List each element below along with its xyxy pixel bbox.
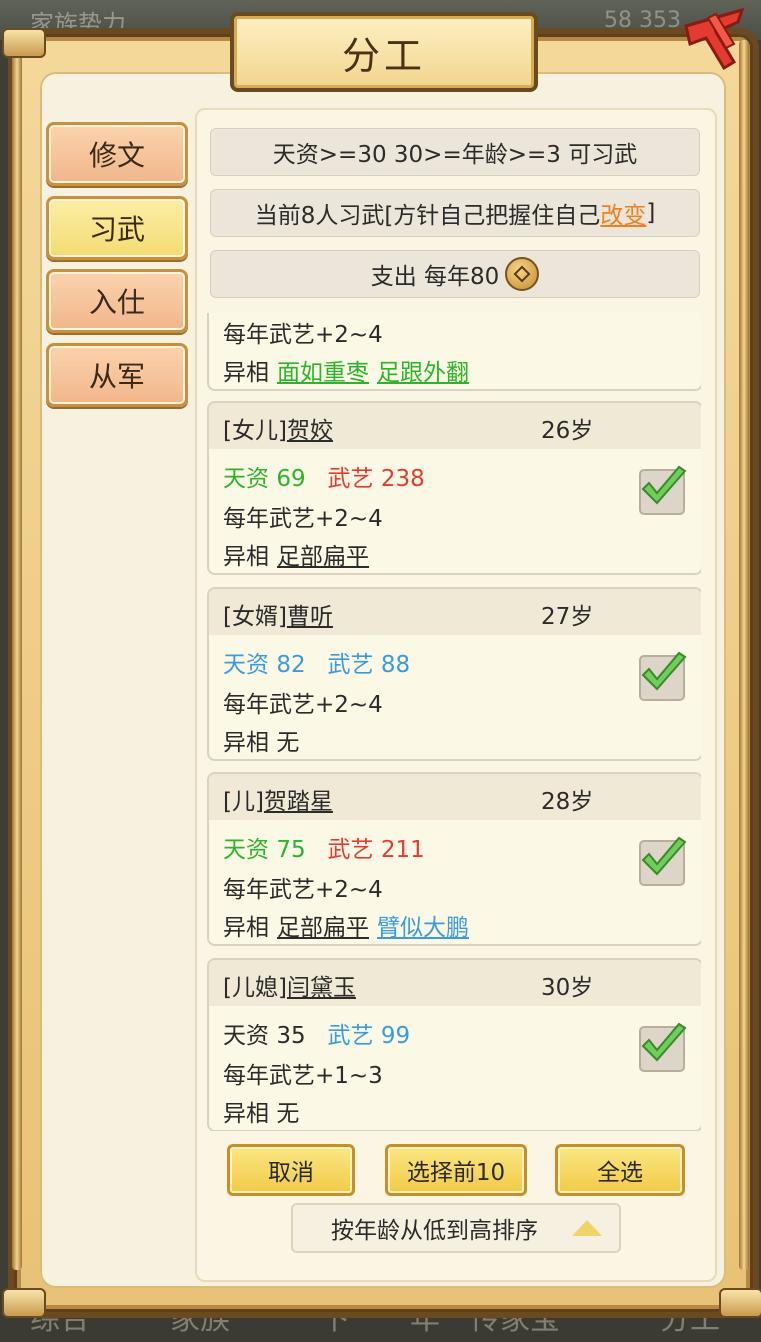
coin-icon (505, 257, 540, 291)
member-traits: 异相 足部扁平 (223, 544, 369, 570)
background-resources: 58 353 (604, 8, 681, 33)
member-list[interactable]: 每年武艺+2~4 异相 面如重枣 足跟外翻 [女儿]贺姣 26岁 天资 69 武艺 … (207, 313, 701, 1131)
checkmark-icon (641, 651, 687, 691)
frame-cap (2, 28, 46, 58)
trait-tag[interactable]: 面如重枣 (277, 360, 369, 386)
checkmark-icon (641, 1022, 687, 1062)
trait-tag[interactable]: 足跟外翻 (377, 360, 469, 386)
requirement-info: 天资>=30 30>=年龄>=3 可习武 (210, 128, 700, 176)
member-name: [儿]贺踏星 (223, 789, 333, 815)
member-age: 27岁 (541, 604, 594, 630)
member-name-link[interactable]: 贺踏星 (264, 789, 333, 815)
trait-tag[interactable]: 足部扁平 (277, 915, 369, 941)
member-name: [儿媳]闫黛玉 (223, 975, 356, 1001)
member-name-link[interactable]: 闫黛玉 (287, 975, 356, 1001)
member-name: [女儿]贺姣 (223, 418, 333, 444)
current-status-info: 当前8人习武[方针自己把握住自己 改变] (210, 189, 700, 237)
frame-cap (719, 1288, 761, 1318)
frame-cap (2, 1288, 46, 1318)
member-traits: 异相 足部扁平 臂似大鹏 (223, 915, 469, 941)
member-name-link[interactable]: 贺姣 (287, 418, 333, 444)
select-top10-button[interactable]: 选择前10 (385, 1144, 527, 1196)
list-item: 每年武艺+2~4 异相 面如重枣 足跟外翻 (207, 313, 701, 391)
expense-text: 支出 每年80 (370, 264, 500, 290)
current-status-text: 当前8人习武[方针自己把握住自己 (254, 203, 601, 229)
change-policy-link[interactable]: 改变 (600, 196, 646, 230)
title-plaque: 分工 (230, 12, 538, 92)
member-growth: 每年武艺+2~4 (223, 692, 383, 718)
member-checkbox[interactable] (639, 1022, 687, 1072)
select-all-button[interactable]: 全选 (555, 1144, 685, 1196)
list-item: [女儿]贺姣 26岁 天资 69 武艺 238 每年武艺+2~4 异相 足部扁平 (207, 401, 701, 575)
close-icon (684, 7, 745, 71)
expense-info: 支出 每年80 (210, 250, 700, 298)
member-growth: 每年武艺+1~3 (223, 1063, 383, 1089)
member-traits: 异相 面如重枣 足跟外翻 (223, 353, 469, 387)
sort-button[interactable]: 按年龄从低到高排序 (291, 1203, 621, 1253)
member-growth: 每年武艺+2~4 (223, 322, 383, 348)
sort-arrow-icon (572, 1220, 602, 1236)
member-stats: 天资 69 武艺 238 (223, 466, 425, 492)
tab-xiwu[interactable]: 习武 (46, 196, 188, 260)
trait-label: 异相 (223, 360, 269, 386)
member-traits: 异相 无 (223, 1101, 300, 1127)
close-button[interactable] (676, 4, 752, 76)
member-name: [女婿]曹听 (223, 604, 333, 630)
member-checkbox[interactable] (639, 465, 687, 515)
list-item: [女婿]曹听 27岁 天资 82 武艺 88 每年武艺+2~4 异相 无 (207, 587, 701, 761)
member-age: 30岁 (541, 975, 594, 1001)
tab-rushi[interactable]: 入仕 (46, 269, 188, 333)
tab-xiuwen[interactable]: 修文 (46, 122, 188, 186)
member-stats: 天资 35 武艺 99 (223, 1023, 411, 1049)
member-age: 26岁 (541, 418, 594, 444)
member-name-link[interactable]: 曹听 (287, 604, 333, 630)
member-growth: 每年武艺+2~4 (223, 506, 383, 532)
current-status-suffix: ] (646, 200, 656, 226)
checkmark-icon (641, 836, 687, 876)
member-checkbox[interactable] (639, 651, 687, 701)
checkmark-icon (641, 465, 687, 505)
frame-pillar-left (12, 40, 22, 1270)
frame-pillar-right (739, 40, 749, 1270)
trait-none: 无 (276, 1101, 300, 1127)
dialog-title: 分工 (341, 33, 426, 78)
member-growth: 每年武艺+2~4 (223, 877, 383, 903)
member-stats: 天资 82 武艺 88 (223, 652, 411, 678)
trait-none: 无 (276, 730, 300, 756)
trait-tag[interactable]: 足部扁平 (277, 544, 369, 570)
list-item: [儿]贺踏星 28岁 天资 75 武艺 211 每年武艺+2~4 异相 足部扁平臂… (207, 772, 701, 946)
trait-tag[interactable]: 臂似大鹏 (377, 915, 469, 941)
member-traits: 异相 无 (223, 730, 300, 756)
tab-congjun[interactable]: 从军 (46, 343, 188, 407)
member-checkbox[interactable] (639, 836, 687, 886)
sort-label: 按年龄从低到高排序 (331, 1218, 538, 1244)
member-age: 28岁 (541, 789, 594, 815)
cancel-button[interactable]: 取消 (227, 1144, 355, 1196)
list-item: [儿媳]闫黛玉 30岁 天资 35 武艺 99 每年武艺+1~3 异相 无 (207, 958, 701, 1131)
member-stats: 天资 75 武艺 211 (223, 837, 425, 863)
requirement-text: 天资>=30 30>=年龄>=3 可习武 (272, 142, 638, 168)
